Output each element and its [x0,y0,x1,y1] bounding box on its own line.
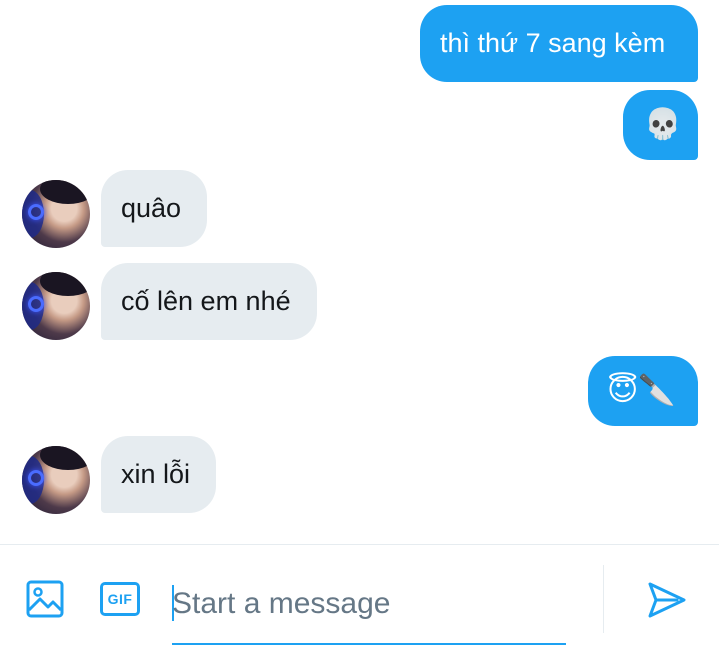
gif-label: GIF [107,591,133,607]
send-icon[interactable] [647,580,687,620]
message-text: xin lỗi [121,459,191,489]
message-bubble-incoming[interactable]: cố lên em nhé [101,263,317,340]
message-bubble-outgoing[interactable]: 💀 [623,90,698,160]
message-bubble-outgoing[interactable]: thì thứ 7 sang kèm [420,5,698,82]
angel-knife-emoji: 😇🔪 [607,373,676,408]
skull-emoji: 💀 [644,107,682,142]
message-text: quâo [121,193,182,223]
message-bubble-incoming[interactable]: quâo [101,170,207,247]
message-composer: GIF [0,544,719,654]
avatar[interactable] [22,446,90,514]
message-text: cố lên em nhé [121,286,291,316]
message-text: thì thứ 7 sang kèm [440,28,666,58]
avatar[interactable] [22,180,90,248]
message-input-wrapper [172,581,566,645]
message-bubble-outgoing[interactable]: 😇🔪 [588,356,698,426]
avatar[interactable] [22,272,90,340]
gif-button[interactable]: GIF [100,582,140,616]
divider [603,565,604,633]
message-thread: thì thứ 7 sang kèm 💀 quâo cố lên em nhé … [0,0,719,544]
message-input[interactable] [172,581,566,627]
message-bubble-incoming[interactable]: xin lỗi [101,436,216,513]
image-icon[interactable] [26,580,64,618]
